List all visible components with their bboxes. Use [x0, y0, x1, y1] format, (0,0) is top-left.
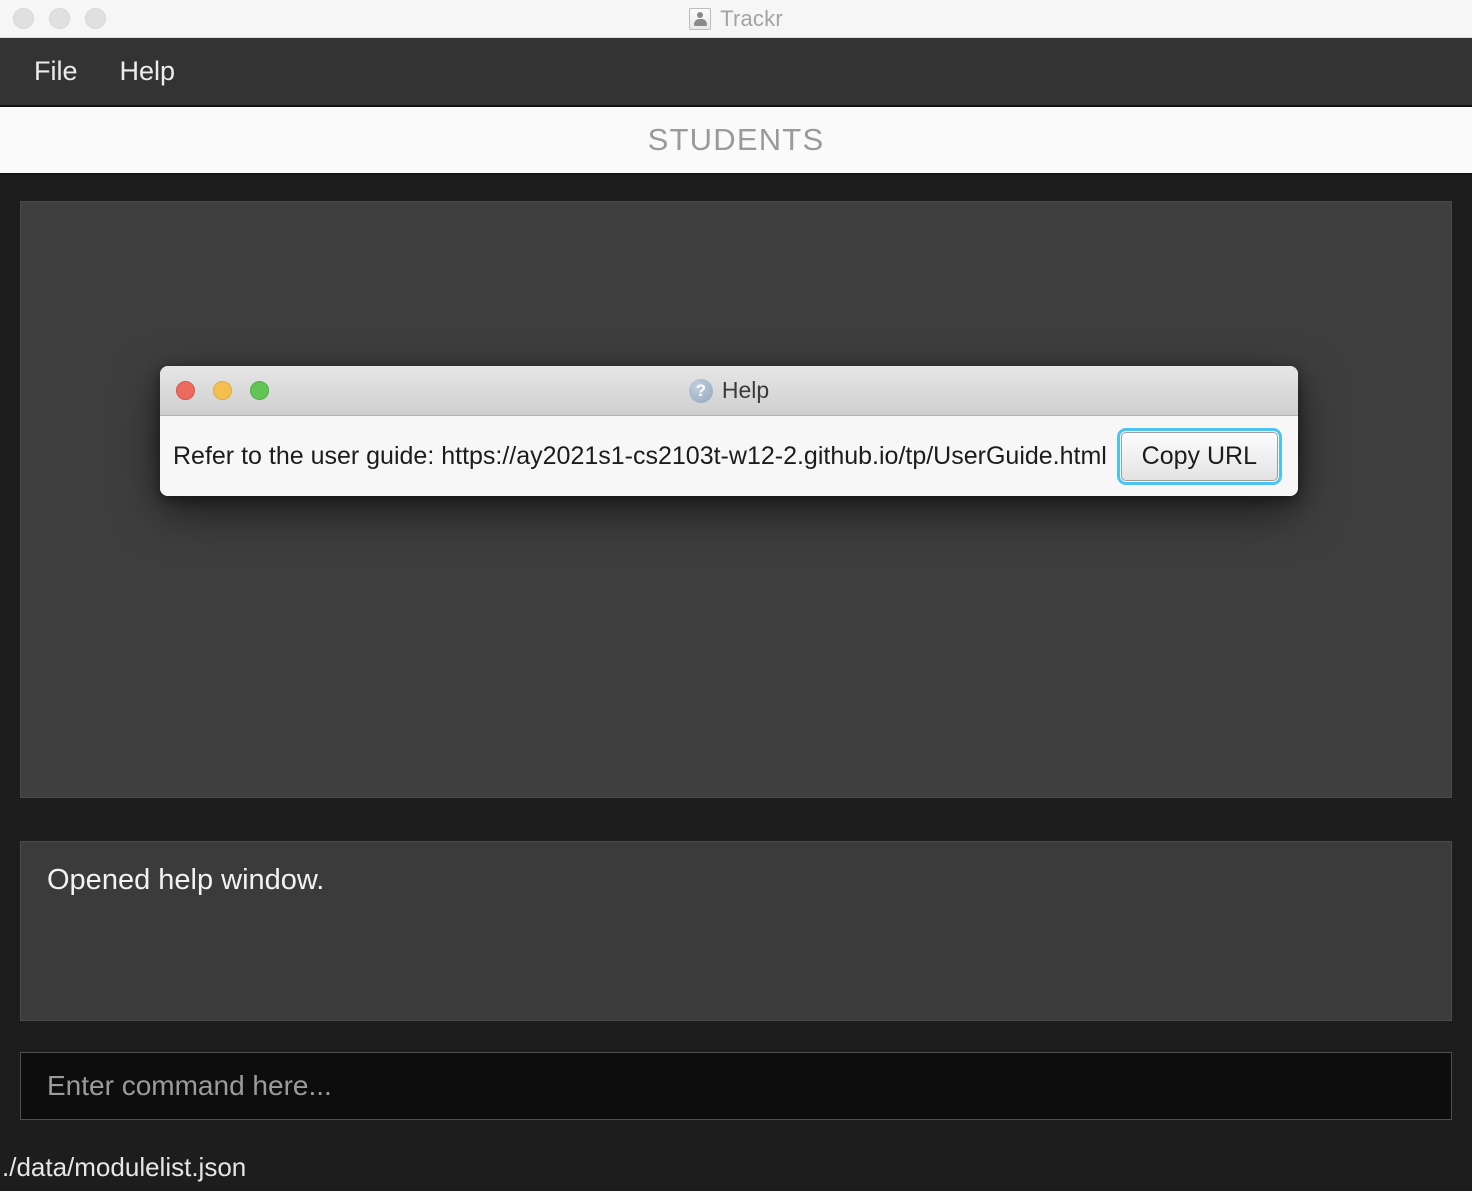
help-dialog-title-group: ? Help	[160, 377, 1298, 404]
help-dialog-body: Refer to the user guide: https://ay2021s…	[160, 416, 1298, 496]
menu-file[interactable]: File	[34, 56, 78, 87]
help-dialog-titlebar: ? Help	[160, 366, 1298, 416]
menu-help[interactable]: Help	[120, 56, 176, 87]
question-mark-icon: ?	[688, 378, 713, 403]
result-display-text: Opened help window.	[47, 864, 325, 896]
page-header: STUDENTS	[0, 107, 1472, 175]
help-dialog[interactable]: ? Help Refer to the user guide: https://…	[160, 366, 1298, 496]
help-dialog-message: Refer to the user guide: https://ay2021s…	[173, 441, 1107, 470]
menubar: File Help	[0, 38, 1472, 107]
window-title-text: Trackr	[720, 5, 783, 31]
status-bar: ./data/modulelist.json	[0, 1143, 1472, 1191]
student-list-panel[interactable]	[20, 201, 1452, 798]
copy-url-button[interactable]: Copy URL	[1116, 427, 1283, 485]
application-window: Trackr File Help STUDENTS Opened help wi…	[0, 0, 1472, 1191]
command-input-box[interactable]: Enter command here...	[20, 1052, 1452, 1120]
result-display-panel: Opened help window.	[20, 841, 1452, 1021]
window-titlebar: Trackr	[0, 0, 1472, 38]
main-content: Opened help window. Enter command here..…	[0, 175, 1472, 1191]
page-title: STUDENTS	[647, 122, 825, 157]
help-dialog-title-text: Help	[721, 377, 770, 403]
contact-card-icon	[689, 7, 712, 30]
command-input-placeholder: Enter command here...	[47, 1070, 332, 1101]
status-bar-save-location: ./data/modulelist.json	[2, 1151, 247, 1182]
window-title-group: Trackr	[0, 6, 1472, 32]
